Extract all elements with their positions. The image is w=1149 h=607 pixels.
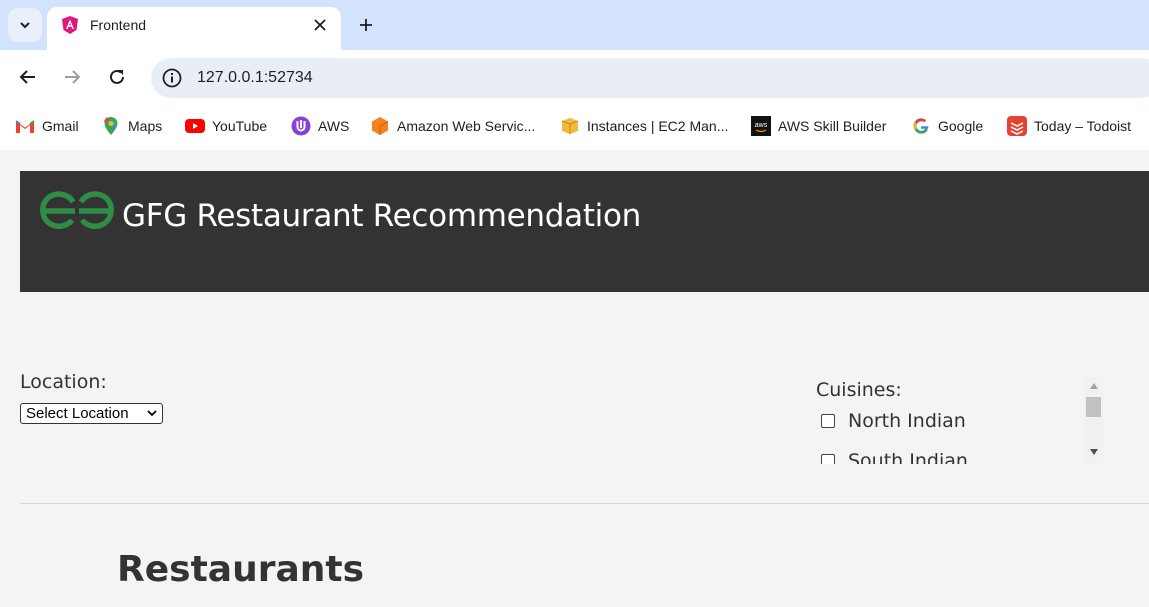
location-selected-value: Select Location	[26, 405, 129, 422]
info-icon[interactable]	[161, 67, 183, 89]
scroll-down-arrow-icon[interactable]	[1084, 445, 1103, 459]
cuisine-checkbox[interactable]	[821, 414, 835, 428]
bookmark-todoist[interactable]: Today – Todoist	[1007, 115, 1131, 137]
gfg-logo-icon	[40, 191, 114, 229]
app-title: GFG Restaurant Recommendation	[122, 198, 641, 234]
address-bar[interactable]: 127.0.0.1:52734	[151, 58, 1149, 98]
chevron-down-icon	[147, 410, 157, 417]
google-icon	[911, 116, 931, 136]
bookmark-youtube[interactable]: YouTube	[185, 115, 267, 137]
cuisines-scrollbar[interactable]	[1084, 377, 1103, 463]
aws-icon	[291, 116, 311, 136]
cuisines-list: North Indian South Indian	[816, 400, 1086, 464]
tab-frontend[interactable]: Frontend	[47, 7, 341, 50]
bookmarks-bar: Gmail Maps YouTube AWS Amazon Web Servic…	[0, 102, 1149, 150]
svg-text:aws: aws	[755, 122, 768, 129]
bookmark-gmail[interactable]: Gmail	[15, 115, 79, 137]
close-icon	[314, 19, 326, 31]
bookmark-google[interactable]: Google	[911, 115, 983, 137]
maps-icon	[101, 116, 121, 136]
reload-button[interactable]	[102, 62, 132, 92]
cuisine-checkbox[interactable]	[821, 454, 835, 464]
close-tab-button[interactable]	[309, 14, 331, 36]
chevron-down-icon	[20, 22, 30, 29]
section-divider	[20, 503, 1149, 504]
youtube-icon	[185, 116, 205, 136]
bookmark-aws-skill-builder[interactable]: aws AWS Skill Builder	[751, 115, 886, 137]
app-header: GFG Restaurant Recommendation	[20, 171, 1149, 292]
cuisine-option-south-indian[interactable]: South Indian	[821, 450, 968, 464]
scroll-up-arrow-icon[interactable]	[1084, 379, 1103, 393]
bookmark-ec2-instances[interactable]: Instances | EC2 Man...	[560, 115, 728, 137]
browser-toolbar: 127.0.0.1:52734	[0, 50, 1149, 102]
new-tab-button[interactable]	[352, 11, 380, 39]
bookmark-aws[interactable]: AWS	[291, 115, 349, 137]
amazon-web-services-icon	[370, 116, 390, 136]
plus-icon	[360, 19, 372, 31]
arrow-left-icon	[19, 70, 35, 84]
back-button[interactable]	[13, 62, 43, 92]
cuisines-label: Cuisines:	[816, 379, 902, 401]
ec2-icon	[560, 116, 580, 136]
angular-icon	[62, 16, 78, 34]
url-text: 127.0.0.1:52734	[197, 69, 313, 86]
arrow-right-icon	[65, 70, 81, 84]
tab-strip: Frontend	[0, 0, 1149, 50]
aws-skill-builder-icon: aws	[751, 116, 771, 136]
cuisine-option-north-indian[interactable]: North Indian	[821, 410, 966, 432]
location-select[interactable]: Select Location	[20, 403, 163, 424]
gmail-icon	[15, 116, 35, 136]
forward-button[interactable]	[57, 62, 87, 92]
restaurants-heading: Restaurants	[117, 549, 365, 590]
todoist-icon	[1007, 116, 1027, 136]
scrollbar-thumb[interactable]	[1086, 397, 1101, 417]
reload-icon	[110, 69, 124, 84]
tab-title: Frontend	[90, 17, 147, 33]
location-label: Location:	[20, 371, 107, 393]
bookmark-maps[interactable]: Maps	[101, 115, 162, 137]
bookmark-amazon-web-services[interactable]: Amazon Web Servic...	[370, 115, 535, 137]
tab-search-button[interactable]	[8, 8, 42, 42]
